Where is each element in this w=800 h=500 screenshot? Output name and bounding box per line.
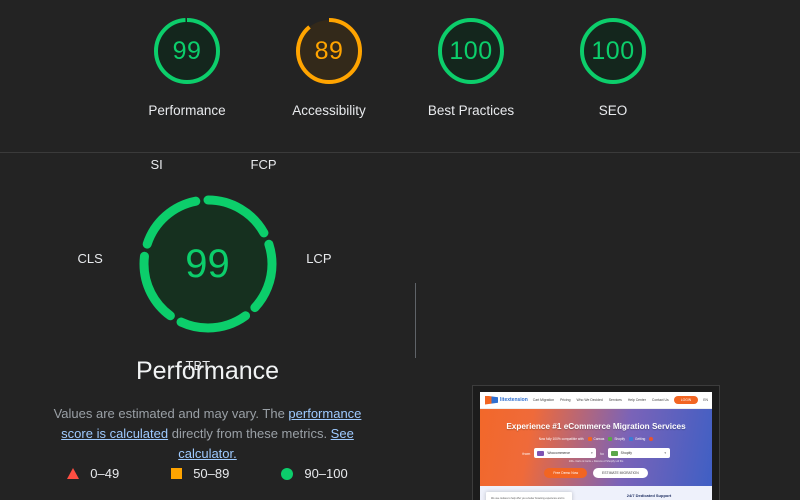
preview-login-button: LOGIN bbox=[673, 396, 699, 404]
source-platform-icon bbox=[537, 450, 545, 456]
preview-logo-text: litextension bbox=[500, 397, 528, 403]
seo-gauge-label: SEO bbox=[598, 103, 628, 118]
category-score-summary: 99 Performance 89 Accessibility 100 Best… bbox=[0, 0, 800, 153]
metric-label-si[interactable]: SI bbox=[151, 157, 163, 172]
logo-icon bbox=[485, 395, 498, 405]
preview-from-select: Woocommerce ▼ bbox=[534, 448, 597, 458]
preview-nav-items: Cart Migration Pricing Who We Decided Se… bbox=[533, 398, 669, 402]
preview-chip: Getting bbox=[629, 437, 645, 441]
metric-label-lcp[interactable]: LCP bbox=[306, 251, 331, 266]
triangle-icon bbox=[67, 468, 80, 479]
preview-to-label: to bbox=[600, 450, 604, 456]
preview-feature-title: 24/7 Dedicated Support bbox=[626, 493, 672, 498]
preview-from-label: from bbox=[522, 450, 531, 456]
page-screenshot-thumbnail[interactable]: litextension Cart Migration Pricing Who … bbox=[472, 385, 720, 500]
square-icon bbox=[171, 468, 183, 479]
preview-logo: litextension bbox=[485, 395, 528, 405]
preview-chip-label: Canvas bbox=[593, 437, 605, 441]
accessibility-gauge-ring: 89 bbox=[290, 12, 368, 90]
metric-label-fcp[interactable]: FCP bbox=[251, 157, 277, 172]
platform-icon bbox=[608, 437, 613, 441]
performance-detail-score: 99 bbox=[185, 241, 230, 286]
preview-nav-item: Cart Migration bbox=[532, 398, 555, 402]
preview-nav-item: Services bbox=[608, 398, 622, 402]
score-gauge-seo[interactable]: 100 SEO bbox=[565, 12, 661, 121]
preview-chip: Canvas bbox=[587, 437, 605, 441]
preview-chip: Shopify bbox=[608, 437, 625, 441]
preview-cookie-banner: We use cookies to help offer you a bette… bbox=[486, 492, 572, 500]
disclaimer-text-part2: directly from these metrics. bbox=[168, 426, 331, 441]
metric-label-tbt[interactable]: TBT bbox=[186, 358, 211, 373]
accessibility-score-value: 89 bbox=[314, 36, 344, 65]
seo-gauge-ring: 100 bbox=[574, 12, 652, 90]
legend-item-pass: 90–100 bbox=[281, 466, 348, 481]
preview-form-note: 100+ Carts & Carts + Dozens of Shopify L… bbox=[568, 460, 624, 463]
seo-score-value: 100 bbox=[591, 36, 635, 65]
circle-icon bbox=[281, 467, 294, 480]
performance-metric-gauge: 99 SI FCP LCP TBT CLS bbox=[78, 157, 332, 373]
preview-feature-col: 24/7 Dedicated Support A worldwide manag… bbox=[618, 493, 680, 500]
preview-secondary-button: ESTIMATE MIGRATION bbox=[593, 468, 648, 478]
legend-label-pass: 90–100 bbox=[304, 466, 348, 481]
preview-nav-item: Help Center bbox=[627, 398, 646, 402]
legend-item-average: 50–89 bbox=[171, 466, 229, 481]
preview-primary-button: Free Demo Now bbox=[544, 468, 588, 478]
preview-to-value: Shopify bbox=[620, 451, 632, 455]
captured-page-preview: litextension Cart Migration Pricing Who … bbox=[480, 392, 712, 500]
pagespeed-report: 99 Performance 89 Accessibility 100 Best… bbox=[0, 0, 800, 500]
score-gauge-accessibility[interactable]: 89 Accessibility bbox=[281, 12, 377, 121]
preview-hero: Experience #1 eCommerce Migration Servic… bbox=[480, 409, 712, 486]
preview-navbar: litextension Cart Migration Pricing Who … bbox=[480, 392, 712, 409]
chevron-down-icon: ▼ bbox=[590, 451, 594, 455]
preview-hero-subtitle: Now fully 100% compatible with Canvas Sh… bbox=[539, 437, 654, 441]
preview-from-value: Woocommerce bbox=[547, 451, 571, 455]
section-divider bbox=[415, 283, 416, 358]
legend-label-fail: 0–49 bbox=[90, 466, 120, 481]
metric-label-cls[interactable]: CLS bbox=[78, 251, 103, 266]
chevron-down-icon: ▼ bbox=[663, 451, 667, 455]
preview-nav-item: Contact Us bbox=[651, 398, 669, 402]
performance-gauge-ring: 99 bbox=[148, 12, 226, 90]
legend-label-average: 50–89 bbox=[193, 466, 230, 481]
performance-score-value: 99 bbox=[172, 36, 202, 65]
platform-icon bbox=[629, 437, 633, 441]
score-legend: 0–49 50–89 90–100 bbox=[0, 466, 415, 481]
preview-hero-title: Experience #1 eCommerce Migration Servic… bbox=[506, 422, 686, 431]
preview-migration-form: from Woocommerce ▼ to Shopify ▼ bbox=[522, 448, 670, 458]
preview-to-select: Shopify ▼ bbox=[607, 448, 670, 458]
best-practices-score-value: 100 bbox=[449, 36, 493, 65]
accessibility-gauge-label: Accessibility bbox=[292, 103, 366, 118]
legend-item-fail: 0–49 bbox=[67, 466, 119, 481]
target-platform-icon bbox=[610, 450, 618, 456]
preview-nav-item: Who We Decided bbox=[576, 398, 603, 402]
performance-gauge-label: Performance bbox=[148, 103, 226, 118]
performance-detail-section: 99 SI FCP LCP TBT CLS Performance Values… bbox=[0, 153, 800, 500]
preview-hero-buttons: Free Demo Now ESTIMATE MIGRATION bbox=[544, 468, 648, 478]
best-practices-gauge-label: Best Practices bbox=[427, 103, 515, 118]
preview-chip-label: Getting bbox=[635, 437, 646, 441]
platform-icon bbox=[587, 437, 592, 441]
platform-icon bbox=[649, 437, 654, 441]
preview-chip-label: Shopify bbox=[614, 437, 625, 441]
metric-gauge-panel: 99 SI FCP LCP TBT CLS Performance Values… bbox=[0, 153, 415, 499]
best-practices-gauge-ring: 100 bbox=[432, 12, 510, 90]
globe-icon: EN bbox=[703, 398, 708, 402]
score-gauge-performance[interactable]: 99 Performance bbox=[139, 12, 235, 121]
score-gauge-best-practices[interactable]: 100 Best Practices bbox=[423, 12, 519, 121]
disclaimer-text-part1: Values are estimated and may vary. The bbox=[53, 406, 289, 421]
preview-nav-item: Pricing bbox=[560, 398, 571, 402]
score-disclaimer: Values are estimated and may vary. The p… bbox=[43, 404, 373, 464]
preview-hero-sub-text: Now fully 100% compatible with bbox=[538, 437, 584, 441]
